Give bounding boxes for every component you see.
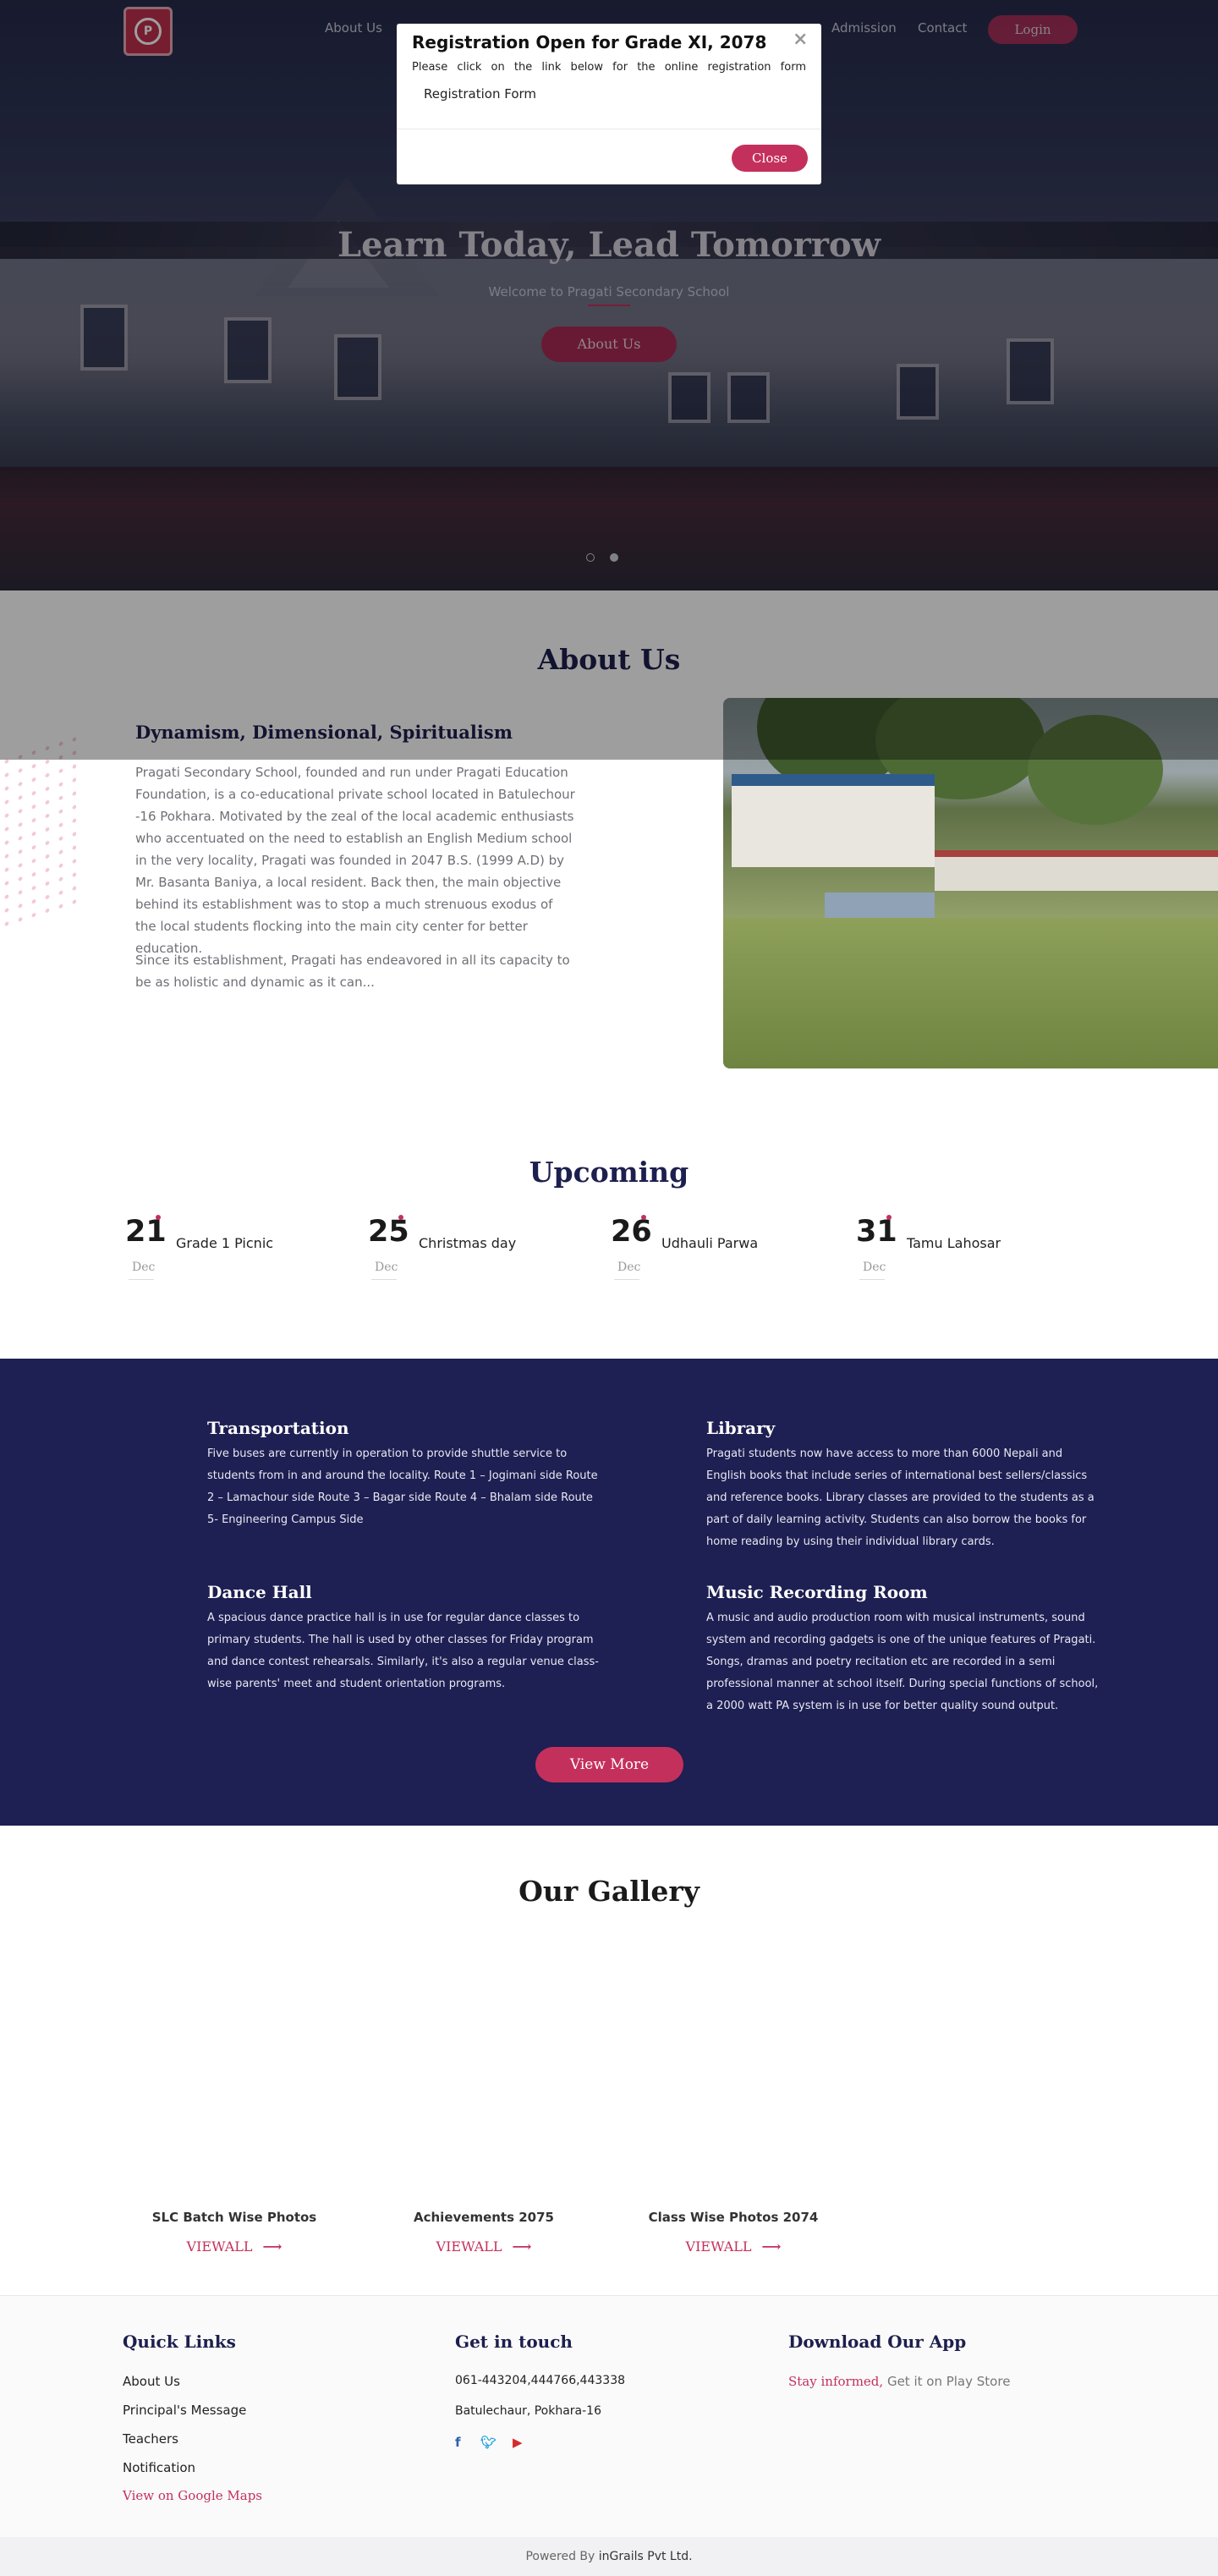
gallery-album: Class Wise Photos 2074 VIEWALL ⟶ [632,2210,835,2255]
powered-by-company[interactable]: inGrails Pvt Ltd. [599,2550,693,2563]
event-name: Tamu Lahosar [907,1235,1001,1251]
album-viewall-link[interactable]: VIEWALL ⟶ [133,2238,336,2255]
event-day: 25 [368,1215,409,1249]
event-name: Udhauli Parwa [661,1235,759,1251]
modal-close-button[interactable]: Close [732,145,808,172]
gallery-title: Our Gallery [518,1875,700,1908]
viewall-label: VIEWALL [186,2238,253,2255]
album-viewall-link[interactable]: VIEWALL ⟶ [632,2238,835,2255]
facility-text: Pragati students now have access to more… [706,1447,1095,1548]
event-month-rule [129,1279,154,1280]
contact-address: Batulechaur, Pokhara-16 [455,2404,601,2418]
photo-steps [825,893,935,918]
arrow-right-icon: ⟶ [512,2238,532,2255]
app-promo-highlight: Stay informed, [788,2374,884,2389]
facility-text: A spacious dance practice hall is in use… [207,1612,599,1690]
event-day: 21 [125,1215,167,1249]
viewall-label: VIEWALL [685,2238,752,2255]
about-paragraph-1: Pragati Secondary School, founded and ru… [135,765,575,956]
upcoming-title: Upcoming [529,1156,689,1189]
registration-form-link[interactable]: Registration Form [424,86,536,102]
facility-title: Library [706,1418,776,1438]
album-viewall-link[interactable]: VIEWALL ⟶ [382,2238,585,2255]
footer-link-principal[interactable]: Principal's Message [123,2403,246,2418]
powered-by-bar: Powered By inGrails Pvt Ltd. [0,2537,1218,2576]
event-marker-icon [398,1215,403,1220]
contact-title: Get in touch [455,2332,573,2352]
event-item[interactable]: 21 Dec Grade 1 Picnic [125,1215,337,1283]
event-day: 26 [611,1215,652,1249]
event-month: Dec [132,1261,156,1274]
arrow-right-icon: ⟶ [262,2238,283,2255]
quick-links-title: Quick Links [123,2332,236,2352]
event-month: Dec [863,1261,886,1274]
album-name: Class Wise Photos 2074 [648,2210,819,2225]
footer-link-notification[interactable]: Notification [123,2460,195,2475]
event-item[interactable]: 26 Dec Udhauli Parwa [611,1215,822,1283]
facility-text: Five buses are currently in operation to… [207,1447,598,1526]
event-month: Dec [617,1261,641,1274]
event-name: Grade 1 Picnic [176,1235,274,1251]
footer-link-about[interactable]: About Us [123,2374,180,2389]
footer-link-teachers[interactable]: Teachers [123,2431,178,2447]
powered-by-label: Powered By [525,2550,595,2563]
contact-phone: 061-443204,444766,443338 [455,2374,626,2387]
registration-modal: Registration Open for Grade XI, 2078 × P… [397,24,821,184]
album-name: SLC Batch Wise Photos [151,2210,317,2225]
event-item[interactable]: 25 Dec Christmas day [368,1215,579,1283]
viewall-label: VIEWALL [436,2238,502,2255]
event-month: Dec [375,1261,398,1274]
facilities-section: Transportation Five buses are currently … [0,1359,1218,1826]
facebook-icon[interactable]: f [455,2435,461,2450]
event-name: Christmas day [419,1235,517,1251]
twitter-icon[interactable]: 🐦︎ [480,2435,497,2450]
view-more-button[interactable]: View More [535,1747,683,1782]
decorative-dot-pattern [0,732,76,935]
event-month-rule [371,1279,397,1280]
photo-building [732,774,935,867]
app-title: Download Our App [788,2332,967,2352]
gallery-album: SLC Batch Wise Photos VIEWALL ⟶ [133,2210,336,2255]
modal-title: Registration Open for Grade XI, 2078 [412,32,767,52]
album-name: Achievements 2075 [414,2210,554,2225]
app-promo[interactable]: Stay informed, Get it on Play Store [788,2374,1010,2389]
event-item[interactable]: 31 Dec Tamu Lahosar [856,1215,1067,1283]
facility-title: Transportation [207,1418,349,1438]
facility-text: A music and audio production room with m… [706,1612,1099,1712]
event-month-rule [614,1279,639,1280]
event-day: 31 [856,1215,897,1249]
event-marker-icon [156,1215,161,1220]
photo-lawn [723,918,1218,1068]
facility-title: Music Recording Room [706,1582,928,1602]
facility-title: Dance Hall [207,1582,312,1602]
site-footer: Quick Links About Us Principal's Message… [0,2295,1218,2537]
photo-building-annex [935,850,1218,891]
gallery-album: Achievements 2075 VIEWALL ⟶ [382,2210,585,2255]
close-icon[interactable]: × [793,29,808,50]
youtube-icon[interactable]: ▶ [513,2435,523,2450]
event-marker-icon [886,1215,892,1220]
event-marker-icon [641,1215,646,1220]
arrow-right-icon: ⟶ [761,2238,782,2255]
event-month-rule [859,1279,885,1280]
modal-text: Please click on the link below for the o… [412,61,806,74]
about-paragraph-2: Since its establishment, Pragati has end… [135,953,570,990]
google-maps-link[interactable]: View on Google Maps [123,2488,262,2503]
app-promo-text: Get it on Play Store [886,2374,1011,2389]
